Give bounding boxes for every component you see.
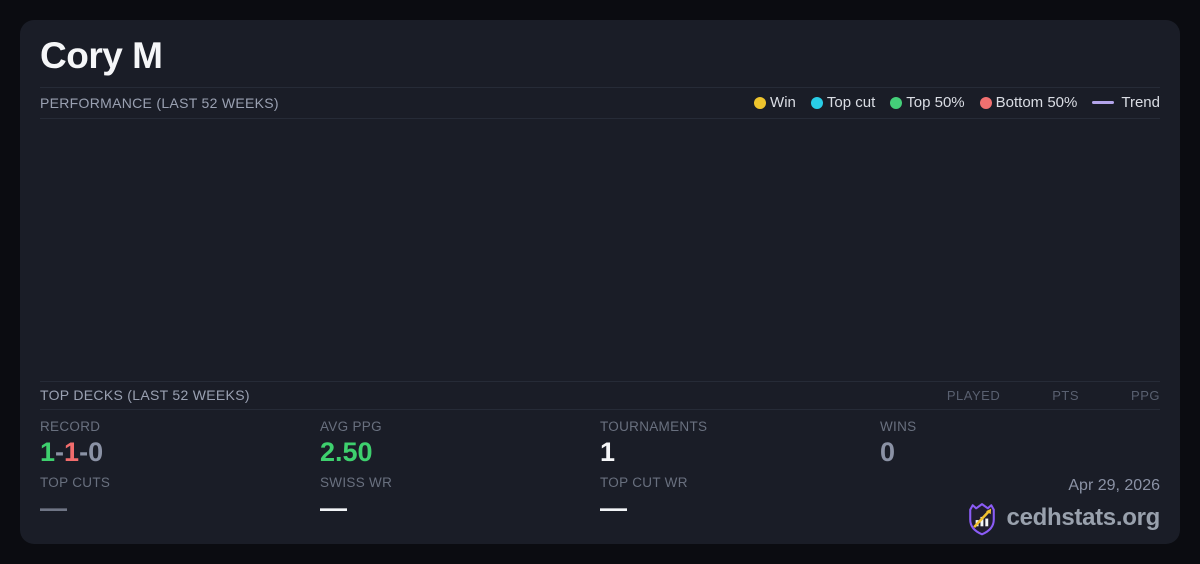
top-decks-column-headers: PLAYED PTS PPG bbox=[947, 388, 1160, 403]
stat-top-cut-wr: TOP CUT WR — bbox=[600, 475, 880, 536]
cedhstats-logo-icon bbox=[968, 503, 995, 536]
legend-label-top-50: Top 50% bbox=[906, 94, 965, 112]
legend-item-top-cut: Top cut bbox=[810, 94, 876, 112]
record-wins: 1 bbox=[40, 436, 56, 467]
top-decks-section-title: TOP DECKS (LAST 52 WEEKS) bbox=[40, 387, 250, 404]
avg-ppg-label: AVG PPG bbox=[320, 418, 382, 434]
tournaments-value: 1 bbox=[600, 436, 616, 467]
column-header-played: PLAYED bbox=[946, 387, 1001, 403]
column-header-ppg: PPG bbox=[1131, 387, 1160, 403]
player-stats-card: Cory M PERFORMANCE (LAST 52 WEEKS) Win T… bbox=[20, 20, 1180, 544]
top-50-dot-icon bbox=[890, 96, 903, 109]
performance-chart-area bbox=[40, 119, 1160, 381]
record-label: RECORD bbox=[40, 418, 101, 434]
top-cuts-value: — bbox=[40, 493, 67, 523]
wins-label: WINS bbox=[880, 418, 917, 434]
bottom-50-dot-icon bbox=[979, 96, 992, 109]
column-header-pts: PTS bbox=[1052, 387, 1080, 403]
swiss-wr-label: SWISS WR bbox=[320, 475, 393, 490]
legend-label-top-cut: Top cut bbox=[826, 94, 876, 112]
win-dot-icon bbox=[754, 96, 767, 109]
legend-label-bottom-50: Bottom 50% bbox=[995, 94, 1078, 112]
tournaments-label: TOURNAMENTS bbox=[600, 418, 708, 434]
avg-ppg-value: 2.50 bbox=[320, 436, 373, 467]
stat-record: RECORD 1-1-0 bbox=[40, 419, 320, 475]
top-decks-section-header: TOP DECKS (LAST 52 WEEKS) PLAYED PTS PPG bbox=[40, 380, 1160, 410]
legend-label-win: Win bbox=[770, 94, 796, 112]
top-cuts-label: TOP CUTS bbox=[40, 475, 111, 490]
brand-lockup: cedhstats.org bbox=[965, 500, 1160, 536]
record-losses: 1 bbox=[64, 436, 80, 467]
performance-section-header: PERFORMANCE (LAST 52 WEEKS) Win Top cut … bbox=[40, 88, 1160, 119]
record-value: 1-1-0 bbox=[40, 437, 320, 468]
stat-top-cuts: TOP CUTS — bbox=[40, 475, 320, 536]
card-date: Apr 29, 2026 bbox=[1068, 477, 1160, 494]
top-cut-wr-label: TOP CUT WR bbox=[600, 475, 688, 490]
page-title: Cory M bbox=[40, 20, 1160, 88]
swiss-wr-value: — bbox=[320, 493, 347, 523]
stat-tournaments: TOURNAMENTS 1 bbox=[600, 419, 880, 475]
chart-legend: Win Top cut Top 50% Bottom 50% Trend bbox=[754, 94, 1160, 111]
legend-item-bottom-50: Bottom 50% bbox=[979, 94, 1078, 112]
performance-section-title: PERFORMANCE (LAST 52 WEEKS) bbox=[40, 94, 279, 111]
top-cut-wr-value: — bbox=[600, 493, 627, 523]
trend-line-icon bbox=[1092, 101, 1115, 105]
top-cut-dot-icon bbox=[810, 96, 823, 109]
legend-item-win: Win bbox=[754, 94, 796, 111]
brand-name: cedhstats.org bbox=[1006, 504, 1161, 531]
stat-avg-ppg: AVG PPG 2.50 bbox=[320, 419, 600, 475]
record-draws: 0 bbox=[88, 436, 104, 467]
wins-value: 0 bbox=[880, 436, 896, 467]
record-separator-2: - bbox=[79, 436, 89, 467]
footer-branding: Apr 29, 2026 cedhstats.org bbox=[880, 475, 1160, 536]
stat-swiss-wr: SWISS WR — bbox=[320, 475, 600, 536]
stats-grid: RECORD 1-1-0 AVG PPG 2.50 TOURNAMENTS 1 … bbox=[40, 410, 1160, 544]
legend-label-trend: Trend bbox=[1121, 94, 1160, 112]
legend-item-trend: Trend bbox=[1092, 94, 1160, 111]
stat-wins: WINS 0 bbox=[880, 419, 1160, 475]
legend-item-top-50: Top 50% bbox=[890, 94, 965, 112]
record-separator-1: - bbox=[55, 436, 65, 467]
